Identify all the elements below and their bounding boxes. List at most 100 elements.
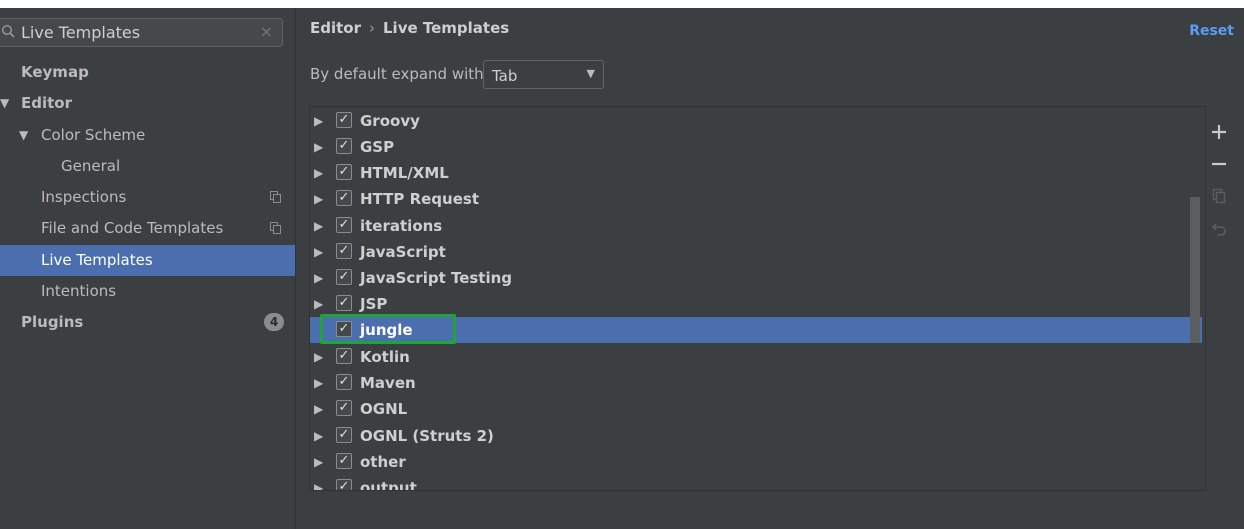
expand-key-select[interactable]: Tab ▼: [483, 60, 604, 89]
expand-with-label: By default expand with: [310, 65, 484, 83]
project-settings-icon: [270, 191, 281, 203]
sidebar-item-label: Editor: [21, 94, 72, 112]
group-enabled-checkbox[interactable]: ✓: [336, 453, 352, 469]
template-group-row[interactable]: ▶ ✓ Kotlin: [310, 344, 1202, 370]
template-group-row[interactable]: ▶ ✓ GSP: [310, 134, 1202, 160]
sidebar-item-inspections[interactable]: Inspections: [0, 182, 295, 213]
group-enabled-checkbox[interactable]: ✓: [336, 112, 352, 128]
expand-key-value: Tab: [492, 67, 518, 85]
expand-arrow-icon[interactable]: ▶: [314, 449, 323, 475]
expand-arrow-icon[interactable]: ▶: [314, 423, 323, 449]
expand-arrow-icon[interactable]: ▶: [314, 134, 323, 160]
expand-arrow-icon[interactable]: ▶: [314, 344, 323, 370]
annotation-highlight-frame: [320, 314, 456, 344]
template-group-row[interactable]: ▶ ✓ JavaScript: [310, 239, 1202, 265]
expanded-arrow-icon[interactable]: ▼: [19, 120, 28, 151]
group-enabled-checkbox[interactable]: ✓: [336, 138, 352, 154]
group-enabled-checkbox[interactable]: ✓: [336, 295, 352, 311]
search-icon: [1, 24, 15, 38]
template-group-name: other: [360, 453, 406, 471]
group-enabled-checkbox[interactable]: ✓: [336, 374, 352, 390]
expand-arrow-icon[interactable]: ▶: [314, 396, 323, 422]
group-enabled-checkbox[interactable]: ✓: [336, 269, 352, 285]
plus-icon[interactable]: [1207, 120, 1231, 144]
sidebar-item-label: Intentions: [41, 282, 117, 300]
expand-arrow-icon[interactable]: ▶: [314, 108, 323, 134]
template-list-toolbar: [1207, 106, 1231, 491]
group-enabled-checkbox[interactable]: ✓: [336, 348, 352, 364]
template-group-row[interactable]: ▶ ✓ HTML/XML: [310, 160, 1202, 186]
template-group-name: Groovy: [360, 112, 420, 130]
sidebar-item-color-scheme[interactable]: ▼ Color Scheme: [0, 120, 295, 151]
sidebar-item-plugins[interactable]: Plugins 4: [0, 307, 295, 338]
template-group-name: OGNL: [360, 400, 408, 418]
template-group-name: output: [360, 479, 417, 491]
template-group-name: iterations: [360, 217, 443, 235]
sidebar-item-label: Live Templates: [41, 251, 153, 269]
sidebar-item-label: Keymap: [21, 63, 89, 81]
template-group-name: OGNL (Struts 2): [360, 427, 494, 445]
template-group-row[interactable]: ▶ ✓ iterations: [310, 213, 1202, 239]
template-groups-list[interactable]: ▶ ✓ Groovy ▶ ✓ GSP ▶ ✓ HTML/XML ▶ ✓ HTTP…: [309, 106, 1206, 491]
expand-arrow-icon[interactable]: ▶: [314, 370, 323, 396]
sidebar-item-editor[interactable]: ▼ Editor: [0, 88, 295, 119]
template-group-row[interactable]: ▶ ✓ output: [310, 475, 1202, 491]
plugins-update-badge: 4: [264, 313, 284, 331]
expand-arrow-icon[interactable]: ▶: [314, 160, 323, 186]
reset-button[interactable]: Reset: [1189, 23, 1234, 39]
copy-icon[interactable]: [1207, 184, 1231, 208]
window-top-edge: [0, 0, 1244, 8]
group-enabled-checkbox[interactable]: ✓: [336, 427, 352, 443]
group-enabled-checkbox[interactable]: ✓: [336, 243, 352, 259]
expand-arrow-icon[interactable]: ▶: [314, 213, 323, 239]
expand-arrow-icon[interactable]: ▶: [314, 265, 323, 291]
sidebar-item-label: Color Scheme: [41, 126, 146, 144]
template-group-row[interactable]: ▶ ✓ OGNL (Struts 2): [310, 423, 1202, 449]
sidebar-item-keymap[interactable]: Keymap: [0, 57, 295, 88]
chevron-down-icon: ▼: [586, 67, 595, 80]
expand-arrow-icon[interactable]: ▶: [314, 475, 323, 490]
template-group-row[interactable]: ▶ ✓ OGNL: [310, 396, 1202, 422]
template-group-row[interactable]: ▶ ✓ Maven: [310, 370, 1202, 396]
group-enabled-checkbox[interactable]: ✓: [336, 479, 352, 490]
group-enabled-checkbox[interactable]: ✓: [336, 217, 352, 233]
template-group-name: HTTP Request: [360, 190, 479, 208]
sidebar-item-file-and-code-templates[interactable]: File and Code Templates: [0, 213, 295, 244]
settings-sidebar: Live Templates × Keymap ▼ Editor ▼ Color…: [0, 8, 295, 529]
template-group-name: JavaScript Testing: [360, 269, 513, 287]
minus-icon[interactable]: [1207, 152, 1231, 176]
group-enabled-checkbox[interactable]: ✓: [336, 400, 352, 416]
template-group-row[interactable]: ▶ ✓ HTTP Request: [310, 186, 1202, 212]
sidebar-item-label: Inspections: [41, 188, 127, 206]
breadcrumb-live-templates: Live Templates: [383, 19, 510, 37]
template-group-row[interactable]: ▶ ✓ JavaScript Testing: [310, 265, 1202, 291]
undo-icon[interactable]: [1207, 216, 1231, 240]
sidebar-item-live-templates[interactable]: Live Templates: [0, 245, 295, 276]
sidebar-item-intentions[interactable]: Intentions: [0, 276, 295, 307]
expanded-arrow-icon[interactable]: ▼: [0, 88, 9, 119]
group-enabled-checkbox[interactable]: ✓: [336, 164, 352, 180]
settings-search-input[interactable]: Live Templates ×: [0, 18, 283, 47]
clear-search-icon[interactable]: ×: [260, 22, 273, 41]
expand-arrow-icon[interactable]: ▶: [314, 186, 323, 212]
breadcrumb-separator: ›: [369, 19, 375, 37]
breadcrumb-editor[interactable]: Editor: [310, 19, 361, 37]
list-scrollbar[interactable]: [1190, 197, 1200, 343]
breadcrumb: Editor › Live Templates: [310, 19, 509, 37]
live-templates-panel: Editor › Live Templates Reset By default e…: [295, 8, 1244, 529]
sidebar-item-label: Plugins: [21, 313, 84, 331]
sidebar-item-general[interactable]: General: [0, 151, 295, 182]
template-group-row[interactable]: ▶ ✓ other: [310, 449, 1202, 475]
template-group-name: HTML/XML: [360, 164, 449, 182]
group-enabled-checkbox[interactable]: ✓: [336, 190, 352, 206]
template-group-name: JavaScript: [360, 243, 446, 261]
template-group-row[interactable]: ▶ ✓ Groovy: [310, 108, 1202, 134]
template-group-name: Maven: [360, 374, 416, 392]
sidebar-item-label: General: [61, 157, 121, 175]
expand-arrow-icon[interactable]: ▶: [314, 239, 323, 265]
template-group-name: GSP: [360, 138, 395, 156]
template-group-name: Kotlin: [360, 348, 410, 366]
project-settings-icon: [270, 222, 281, 234]
search-query-text[interactable]: Live Templates: [21, 23, 140, 42]
sidebar-item-label: File and Code Templates: [41, 219, 224, 237]
